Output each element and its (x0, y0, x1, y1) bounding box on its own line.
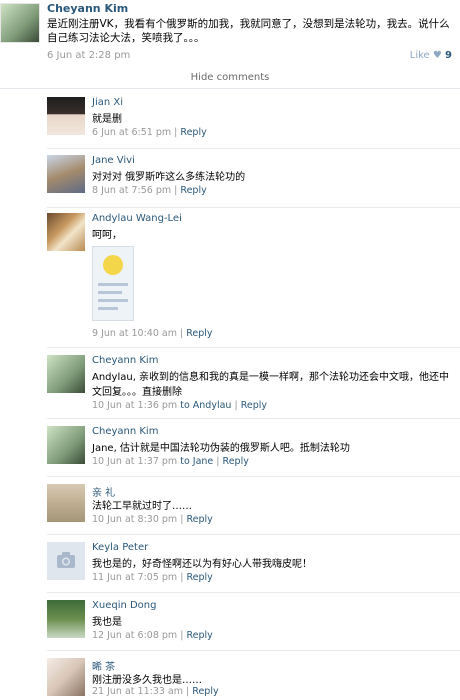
comment: Jian Xi 就是删 6 Jun at 6:51 pm | Reply (47, 92, 460, 147)
comment-avatar[interactable] (47, 213, 85, 251)
comment-author[interactable]: Cheyann Kim (92, 355, 158, 366)
comment: 亲 礼 法轮工早就过时了…… 10 Jun at 8:30 pm | Reply (47, 479, 460, 534)
post-author-avatar[interactable] (0, 3, 40, 43)
like-label: Like (409, 50, 430, 61)
reply-link[interactable]: Reply (180, 185, 206, 196)
comment-author[interactable]: Keyla Peter (92, 542, 148, 553)
comment-text: Andylau, 亲收到的信息和我的真是一模一样啊，那个法轮功还会中文哦，他还中… (92, 372, 450, 398)
comment-avatar[interactable] (47, 426, 85, 464)
comment-meta: 21 Jun at 11:33 am | Reply (92, 686, 219, 697)
comment-meta: 11 Jun at 7:05 pm | Reply (92, 572, 213, 583)
like-count: 9 (445, 50, 452, 61)
comment-meta: 8 Jun at 7:56 pm | Reply (92, 185, 207, 196)
divider (47, 148, 460, 149)
comment-date[interactable]: 10 Jun at 8:30 pm (92, 514, 177, 525)
comment-avatar[interactable] (47, 355, 85, 393)
reply-link[interactable]: Reply (186, 572, 212, 583)
comment-text: 法轮工早就过时了…… (92, 501, 192, 512)
comment-date[interactable]: 9 Jun at 10:40 am (92, 328, 177, 339)
attached-screenshot-image[interactable] (92, 246, 134, 321)
comment-author[interactable]: Cheyann Kim (92, 426, 158, 437)
reply-link[interactable]: Reply (192, 686, 218, 697)
comment: Jane Vivi 对对对 俄罗斯咋这么多练法轮功的 8 Jun at 7:56… (47, 150, 460, 205)
comment: Cheyann Kim Andylau, 亲收到的信息和我的真是一模一样啊，那个… (47, 350, 460, 420)
comment-avatar[interactable] (47, 155, 85, 193)
comment-text: 就是删 (92, 114, 122, 125)
comment: Cheyann Kim Jane, 估计就是中国法轮功伪装的俄罗斯人吧。抵制法轮… (47, 421, 460, 476)
comment-author[interactable]: Jian Xi (92, 97, 123, 108)
smiley-icon (103, 255, 123, 275)
comment-text: 对对对 俄罗斯咋这么多练法轮功的 (92, 172, 246, 183)
post-date[interactable]: 6 Jun at 2:28 pm (47, 50, 130, 61)
heart-icon: ♥ (432, 50, 442, 61)
comment-avatar[interactable] (47, 600, 85, 638)
comment-avatar[interactable] (47, 97, 85, 135)
comment-text: Jane, 估计就是中国法轮功伪装的俄罗斯人吧。抵制法轮功 (92, 443, 350, 454)
comment: Xueqin Dong 我也是 12 Jun at 6:08 pm | Repl… (47, 595, 460, 650)
camera-icon (57, 552, 75, 568)
comment: Keyla Peter 我也是的，好奇怪啊还以为有好心人带我嗨皮呢！ 11 Ju… (47, 537, 460, 592)
comment-date[interactable]: 10 Jun at 1:36 pm (92, 400, 177, 411)
hide-comments-link[interactable]: Hide comments (0, 72, 460, 83)
divider (47, 347, 460, 348)
reply-link[interactable]: Reply (223, 456, 249, 467)
comment-meta: 10 Jun at 1:37 pm to Jane | Reply (92, 456, 249, 467)
comment-meta: 10 Jun at 1:36 pm to Andylau | Reply (92, 400, 267, 411)
reply-link[interactable]: Reply (241, 400, 267, 411)
reply-link[interactable]: Reply (186, 514, 212, 525)
reply-link[interactable]: Reply (186, 630, 212, 641)
reply-to-link[interactable]: to Jane (180, 456, 213, 467)
comment-text: 呵呵， (92, 230, 122, 241)
comment-avatar[interactable] (47, 484, 85, 522)
comment-author[interactable]: Andylau Wang-Lei (92, 213, 182, 224)
wall-post: Cheyann Kim 是近刚注册VK，我看有个俄罗斯的加我，我就同意了，没想到… (0, 0, 460, 64)
comment-text: 我也是 (92, 617, 122, 628)
comment-avatar[interactable] (47, 658, 85, 696)
reply-link[interactable]: Reply (180, 127, 206, 138)
comment-date[interactable]: 6 Jun at 6:51 pm (92, 127, 171, 138)
divider (47, 476, 460, 477)
comment: Andylau Wang-Lei 呵呵， 9 Jun at 10:40 am |… (47, 208, 460, 346)
divider (47, 418, 460, 419)
post-author-name[interactable]: Cheyann Kim (47, 2, 128, 15)
comment-author[interactable]: 晞 茶 (92, 658, 115, 673)
comment-meta: 12 Jun at 6:08 pm | Reply (92, 630, 213, 641)
divider (47, 650, 460, 651)
comment-author[interactable]: 亲 礼 (92, 484, 115, 499)
reply-to-link[interactable]: to Andylau (180, 400, 231, 411)
comment-date[interactable]: 8 Jun at 7:56 pm (92, 185, 171, 196)
comment-meta: 9 Jun at 10:40 am | Reply (92, 328, 213, 339)
divider (47, 592, 460, 593)
comment-date[interactable]: 12 Jun at 6:08 pm (92, 630, 177, 641)
comment-text: 我也是的，好奇怪啊还以为有好心人带我嗨皮呢！ (92, 559, 312, 570)
comment-date[interactable]: 10 Jun at 1:37 pm (92, 456, 177, 467)
comment-author[interactable]: Jane Vivi (92, 155, 135, 166)
comment: 晞 茶 刚注册没多久我也是…… 21 Jun at 11:33 am | Rep… (47, 653, 460, 700)
reply-link[interactable]: Reply (186, 328, 212, 339)
comment-meta: 6 Jun at 6:51 pm | Reply (92, 127, 207, 138)
divider (47, 534, 460, 535)
like-button[interactable]: Like ♥ 9 (410, 50, 452, 61)
comment-meta: 10 Jun at 8:30 pm | Reply (92, 514, 213, 525)
divider (0, 88, 460, 89)
comment-date[interactable]: 11 Jun at 7:05 pm (92, 572, 177, 583)
comment-author[interactable]: Xueqin Dong (92, 600, 157, 611)
comment-avatar[interactable] (47, 542, 85, 580)
post-text: 是近刚注册VK，我看有个俄罗斯的加我，我就同意了，没想到是法轮功，我去。说什么自… (47, 18, 450, 44)
comment-date[interactable]: 21 Jun at 11:33 am (92, 686, 183, 697)
